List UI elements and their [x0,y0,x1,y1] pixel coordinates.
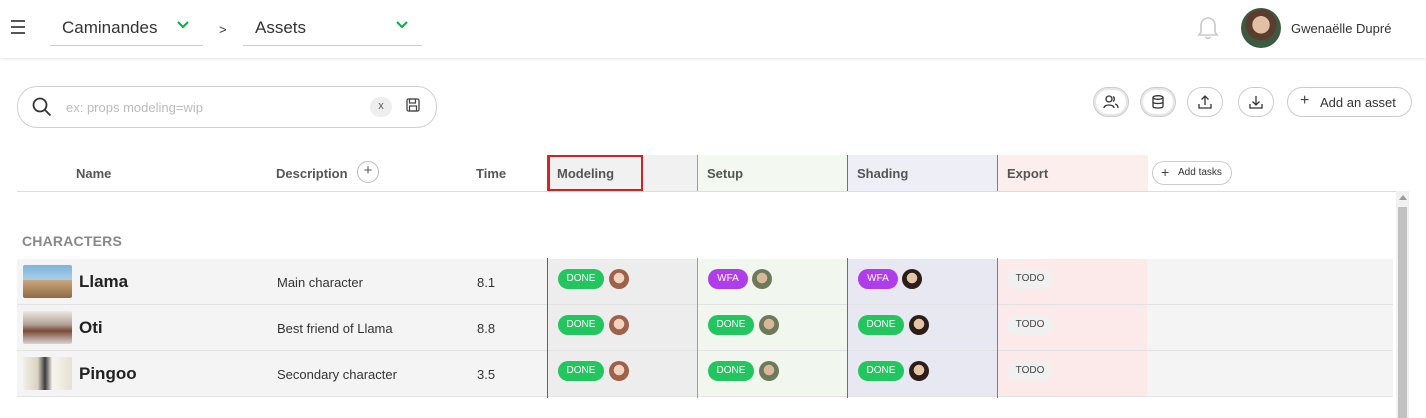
add-tasks-label: Add tasks [1178,167,1222,178]
asset-time[interactable]: 3.5 [477,367,495,382]
shading-cell[interactable]: DONE [847,305,997,350]
export-cell[interactable]: TODO [997,259,1147,304]
assignee-avatar[interactable] [909,315,929,335]
status-badge[interactable]: TODO [1007,269,1053,289]
asset-thumbnail[interactable] [23,357,72,390]
asset-name[interactable]: Llama [79,272,128,292]
section-heading: CHARACTERS [22,233,122,249]
description-header[interactable]: Description [276,166,348,181]
save-search-icon[interactable] [406,98,420,112]
status-badge[interactable]: DONE [708,361,754,381]
asset-thumbnail[interactable] [23,311,72,344]
status-badge[interactable]: DONE [858,361,904,381]
section-selector[interactable]: Assets [243,10,422,46]
shading-cell[interactable]: DONE [847,351,997,396]
add-asset-label: Add an asset [1320,95,1396,110]
status-badge[interactable]: DONE [858,315,904,335]
assignee-avatar[interactable] [752,269,772,289]
time-header[interactable]: Time [476,166,506,181]
status-badge[interactable]: WFA [858,269,898,289]
export-column-line [997,258,998,398]
assignee-avatar[interactable] [759,361,779,381]
asset-time[interactable]: 8.8 [477,321,495,336]
asset-description[interactable]: Best friend of Llama [277,321,393,336]
user-avatar[interactable] [1241,8,1281,48]
add-tasks-button[interactable]: + Add tasks [1152,161,1232,185]
clear-search-button[interactable]: x [370,97,392,117]
chevron-down-icon [177,21,189,29]
export-button[interactable] [1238,87,1274,117]
assignee-avatar[interactable] [609,315,629,335]
top-bar: Caminandes > Assets Gwenaëlle Dupré [0,0,1426,58]
modeling-header[interactable]: Modeling [557,166,614,181]
user-name[interactable]: Gwenaëlle Dupré [1291,21,1391,36]
scroll-up-arrow-icon[interactable] [1399,195,1407,200]
assignee-avatar[interactable] [609,361,629,381]
download-icon [1249,96,1263,109]
export-cell[interactable]: TODO [997,305,1147,350]
status-badge[interactable]: DONE [558,269,604,289]
chevron-down-icon [396,21,408,29]
status-badge[interactable]: DONE [708,315,754,335]
export-cell[interactable]: TODO [997,351,1147,396]
production-name: Caminandes [62,18,158,37]
metadata-toggle-button[interactable] [1140,87,1176,117]
table-header: Name Description + Time Modeling Setup S… [17,155,1397,192]
status-badge[interactable]: TODO [1007,315,1053,335]
assignee-avatar[interactable] [609,269,629,289]
plus-icon: + [1300,92,1310,109]
asset-description[interactable]: Main character [277,275,363,290]
status-badge[interactable]: TODO [1007,361,1053,381]
status-badge[interactable]: DONE [558,315,604,335]
export-header[interactable]: Export [1007,166,1048,181]
assignee-avatar[interactable] [902,269,922,289]
asset-description[interactable]: Secondary character [277,367,397,382]
section-name: Assets [255,18,307,37]
modeling-column-line [547,258,548,398]
people-icon [1103,95,1119,109]
upload-icon [1198,95,1212,109]
setup-cell[interactable]: WFA [697,259,847,304]
status-badge[interactable]: WFA [708,269,748,289]
setup-cell[interactable]: DONE [697,351,847,396]
modeling-cell[interactable]: DONE [547,305,697,350]
status-badge[interactable]: DONE [558,361,604,381]
breadcrumb-separator: > [219,22,227,37]
search-bar: x [17,86,437,128]
search-icon [32,97,52,117]
table-row[interactable]: Llama Main character 8.1 DONE WFA WFA TO… [17,259,1393,305]
production-selector[interactable]: Caminandes [50,10,203,46]
import-button[interactable] [1187,87,1223,117]
shading-cell[interactable]: WFA [847,259,997,304]
search-input[interactable] [64,96,368,118]
table-row[interactable]: Pingoo Secondary character 3.5 DONE DONE… [17,351,1393,397]
setup-column-line [697,258,698,398]
bell-icon[interactable] [1196,15,1220,41]
add-metadata-button[interactable]: + [357,161,379,183]
database-icon [1152,95,1164,109]
modeling-cell[interactable]: DONE [547,351,697,396]
name-header[interactable]: Name [76,166,111,181]
assignees-toggle-button[interactable] [1093,87,1129,117]
table-row[interactable]: Oti Best friend of Llama 8.8 DONE DONE D… [17,305,1393,351]
setup-cell[interactable]: DONE [697,305,847,350]
shading-column-line [847,258,848,398]
asset-name[interactable]: Pingoo [79,364,137,384]
scrollbar-thumb[interactable] [1398,207,1407,418]
modeling-cell[interactable]: DONE [547,259,697,304]
vertical-scrollbar[interactable] [1396,191,1409,418]
assignee-avatar[interactable] [759,315,779,335]
plus-icon: + [1161,164,1170,180]
add-asset-button[interactable]: + Add an asset [1287,87,1412,117]
assignee-avatar[interactable] [909,361,929,381]
setup-header[interactable]: Setup [707,166,743,181]
shading-header[interactable]: Shading [857,166,908,181]
asset-thumbnail[interactable] [23,265,72,298]
asset-time[interactable]: 8.1 [477,275,495,290]
menu-icon[interactable] [11,20,25,36]
asset-name[interactable]: Oti [79,318,103,338]
